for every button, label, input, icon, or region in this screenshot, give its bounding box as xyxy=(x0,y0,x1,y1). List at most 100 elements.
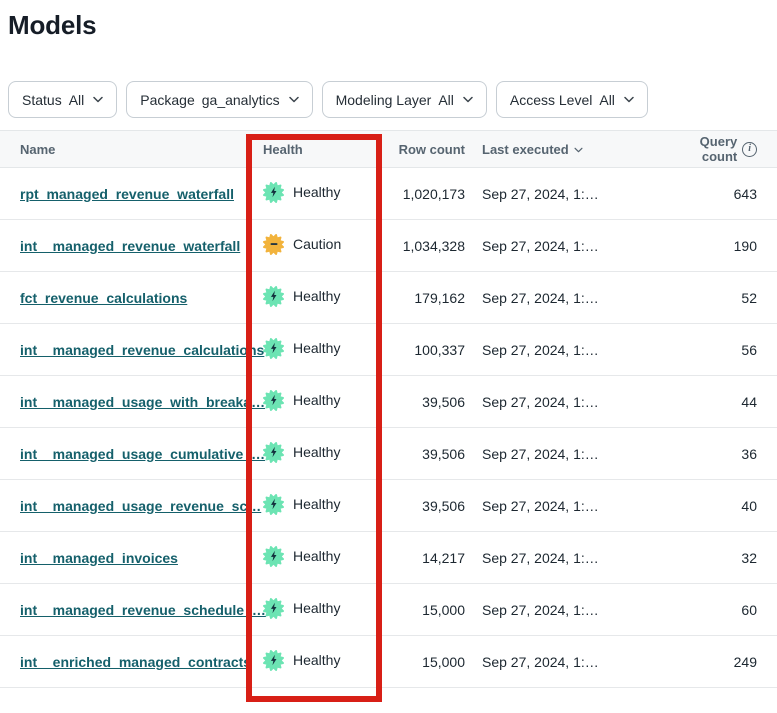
model-name-link[interactable]: int__managed_usage_with_breaka… xyxy=(20,394,265,410)
model-name-link[interactable]: int__managed_revenue_calculations xyxy=(20,342,264,358)
health-label: Healthy xyxy=(293,600,340,616)
health-label: Healthy xyxy=(293,652,340,668)
query-count-value: 52 xyxy=(662,290,757,306)
column-header-name: Name xyxy=(20,142,263,157)
health-status-icon xyxy=(263,650,284,671)
column-header-last-executed-label: Last executed xyxy=(482,142,569,157)
column-header-query-count-label: Query count xyxy=(662,134,737,164)
page-title: Models xyxy=(8,10,777,41)
filter-access-level-value: All xyxy=(599,92,615,108)
model-name-link[interactable]: int__managed_revenue_schedule_… xyxy=(20,602,266,618)
health-label: Healthy xyxy=(293,288,340,304)
table-row: int__managed_revenue_calculations Health… xyxy=(0,324,777,376)
last-executed-value: Sep 27, 2024, 1:… xyxy=(465,446,662,462)
health-cell: Healthy xyxy=(263,598,383,622)
chevron-down-icon xyxy=(463,96,473,103)
health-cell: Healthy xyxy=(263,442,383,466)
table-row: int__managed_invoices Healthy 14,217 Sep… xyxy=(0,532,777,584)
model-name-cell: int__enriched_managed_contracts xyxy=(20,654,263,670)
health-status-icon xyxy=(263,338,284,359)
row-count-value: 15,000 xyxy=(383,602,465,618)
model-name-cell: int__managed_usage_cumulative_… xyxy=(20,446,263,462)
query-count-value: 249 xyxy=(662,654,757,670)
model-name-link[interactable]: fct_revenue_calculations xyxy=(20,290,187,306)
health-badge: Caution xyxy=(263,234,341,255)
health-label: Healthy xyxy=(293,496,340,512)
last-executed-value: Sep 27, 2024, 1:… xyxy=(465,290,662,306)
query-count-value: 40 xyxy=(662,498,757,514)
health-cell: Healthy xyxy=(263,546,383,570)
models-page: Models Status All Package ga_analytics M… xyxy=(0,10,777,713)
health-status-icon xyxy=(263,546,284,567)
query-count-value: 44 xyxy=(662,394,757,410)
filter-status[interactable]: Status All xyxy=(8,81,117,118)
last-executed-value: Sep 27, 2024, 1:… xyxy=(465,602,662,618)
models-table: Name Health Row count Last executed Quer… xyxy=(0,130,777,688)
last-executed-value: Sep 27, 2024, 1:… xyxy=(465,498,662,514)
health-label: Healthy xyxy=(293,444,340,460)
column-header-query-count: Query count i xyxy=(662,134,757,164)
filter-access-level-label: Access Level xyxy=(510,92,592,108)
table-row: int__managed_usage_cumulative_… Healthy … xyxy=(0,428,777,480)
health-cell: Healthy xyxy=(263,182,383,206)
info-icon[interactable]: i xyxy=(742,142,757,157)
filter-bar: Status All Package ga_analytics Modeling… xyxy=(8,81,777,118)
health-label: Caution xyxy=(293,236,341,252)
query-count-value: 32 xyxy=(662,550,757,566)
query-count-value: 60 xyxy=(662,602,757,618)
table-row: int__managed_usage_with_breaka… Healthy … xyxy=(0,376,777,428)
health-badge: Healthy xyxy=(263,338,340,359)
column-header-health: Health xyxy=(263,142,383,157)
health-badge: Healthy xyxy=(263,390,340,411)
health-cell: Healthy xyxy=(263,494,383,518)
model-name-cell: fct_revenue_calculations xyxy=(20,290,263,306)
last-executed-value: Sep 27, 2024, 1:… xyxy=(465,394,662,410)
health-status-icon xyxy=(263,234,284,255)
model-name-link[interactable]: int__managed_revenue_waterfall xyxy=(20,238,240,254)
row-count-value: 1,034,328 xyxy=(383,238,465,254)
table-header-row: Name Health Row count Last executed Quer… xyxy=(0,130,777,168)
health-badge: Healthy xyxy=(263,494,340,515)
model-name-cell: rpt_managed_revenue_waterfall xyxy=(20,186,263,202)
filter-status-label: Status xyxy=(22,92,62,108)
query-count-value: 190 xyxy=(662,238,757,254)
last-executed-value: Sep 27, 2024, 1:… xyxy=(465,238,662,254)
model-name-link[interactable]: rpt_managed_revenue_waterfall xyxy=(20,186,234,202)
health-cell: Healthy xyxy=(263,390,383,414)
column-header-last-executed[interactable]: Last executed xyxy=(465,142,662,157)
model-name-link[interactable]: int__managed_usage_revenue_sc… xyxy=(20,498,261,514)
model-name-cell: int__managed_invoices xyxy=(20,550,263,566)
filter-package-label: Package xyxy=(140,92,194,108)
health-badge: Healthy xyxy=(263,598,340,619)
row-count-value: 15,000 xyxy=(383,654,465,670)
filter-package[interactable]: Package ga_analytics xyxy=(126,81,312,118)
query-count-value: 56 xyxy=(662,342,757,358)
health-badge: Healthy xyxy=(263,286,340,307)
filter-modeling-layer-value: All xyxy=(438,92,454,108)
row-count-value: 100,337 xyxy=(383,342,465,358)
filter-access-level[interactable]: Access Level All xyxy=(496,81,648,118)
table-row: int__managed_usage_revenue_sc… Healthy 3… xyxy=(0,480,777,532)
model-name-link[interactable]: int__enriched_managed_contracts xyxy=(20,654,251,670)
last-executed-value: Sep 27, 2024, 1:… xyxy=(465,186,662,202)
health-badge: Healthy xyxy=(263,442,340,463)
health-cell: Healthy xyxy=(263,650,383,674)
model-name-link[interactable]: int__managed_usage_cumulative_… xyxy=(20,446,265,462)
query-count-value: 643 xyxy=(662,186,757,202)
last-executed-value: Sep 27, 2024, 1:… xyxy=(465,550,662,566)
model-name-link[interactable]: int__managed_invoices xyxy=(20,550,178,566)
model-name-cell: int__managed_usage_revenue_sc… xyxy=(20,498,263,514)
health-cell: Healthy xyxy=(263,286,383,310)
filter-package-value: ga_analytics xyxy=(202,92,280,108)
filter-modeling-layer[interactable]: Modeling Layer All xyxy=(322,81,487,118)
health-label: Healthy xyxy=(293,548,340,564)
row-count-value: 39,506 xyxy=(383,394,465,410)
table-row: rpt_managed_revenue_waterfall Healthy 1,… xyxy=(0,168,777,220)
health-status-icon xyxy=(263,182,284,203)
model-name-cell: int__managed_revenue_waterfall xyxy=(20,238,263,254)
health-label: Healthy xyxy=(293,392,340,408)
sort-chevron-icon xyxy=(574,146,583,153)
health-cell: Caution xyxy=(263,234,383,258)
table-row: fct_revenue_calculations Healthy 179,162… xyxy=(0,272,777,324)
health-badge: Healthy xyxy=(263,546,340,567)
